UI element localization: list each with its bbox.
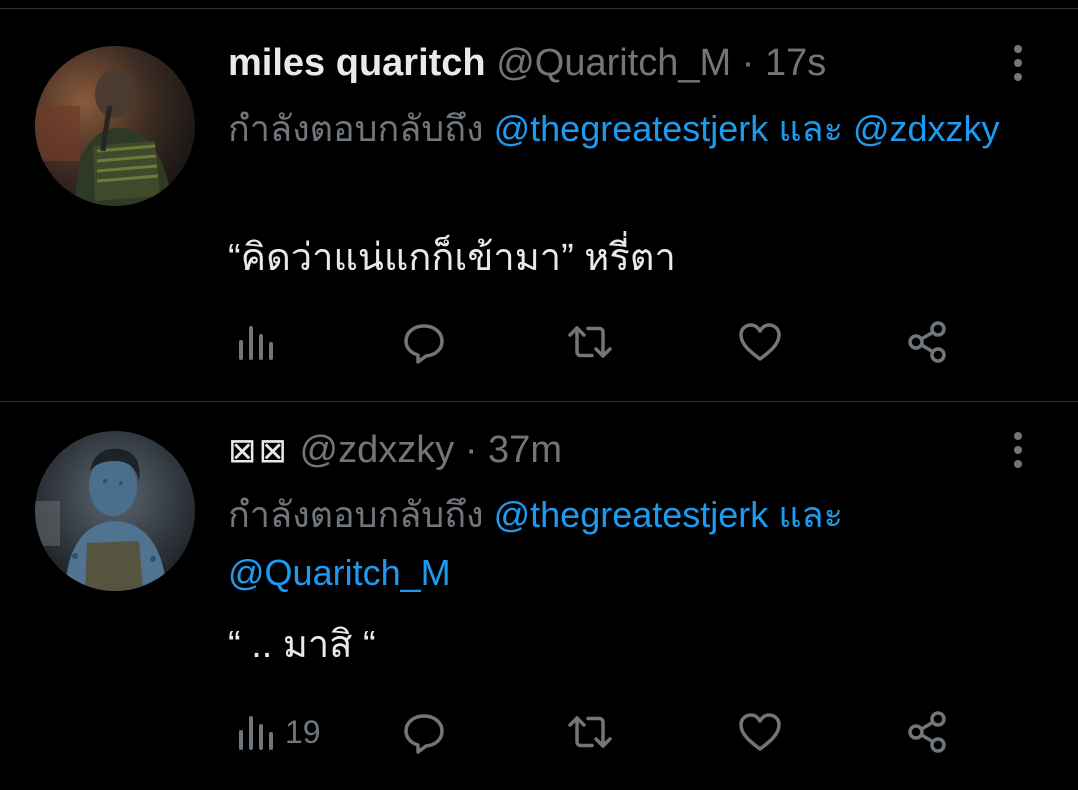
reply-context: กำลังตอบกลับถึง @thegreatestjerk และ @Qu… xyxy=(228,486,1028,602)
share-icon xyxy=(908,321,946,363)
speech-bubble-icon xyxy=(404,324,444,364)
more-vertical-icon[interactable] xyxy=(1006,428,1030,472)
separator-dot: · xyxy=(741,42,755,84)
separator-dot: · xyxy=(464,429,478,471)
tweet-header: ⊠⊠ @zdxzky · 37m xyxy=(228,428,562,473)
tweet[interactable]: ⊠⊠ @zdxzky · 37m กำลังตอบกลับถึง @thegre… xyxy=(0,402,1078,790)
more-vertical-icon[interactable] xyxy=(1006,41,1030,85)
retweet-icon xyxy=(568,326,612,358)
views-button[interactable] xyxy=(233,312,285,372)
tweet-actions xyxy=(228,312,1028,372)
timestamp[interactable]: 17s xyxy=(765,42,826,84)
display-name[interactable]: miles quaritch xyxy=(228,42,486,84)
share-icon xyxy=(908,711,946,753)
reply-button[interactable] xyxy=(400,312,448,372)
mention-link[interactable]: @zdxzky xyxy=(853,108,1000,149)
user-handle[interactable]: @zdxzky xyxy=(300,429,455,471)
retweet-button[interactable] xyxy=(566,702,614,762)
tweet-header: miles quaritch @Quaritch_M · 17s xyxy=(228,41,826,85)
timestamp[interactable]: 37m xyxy=(488,429,562,471)
avatar[interactable] xyxy=(35,46,195,206)
tweet[interactable]: miles quaritch @Quaritch_M · 17s กำลังตอ… xyxy=(0,9,1078,401)
reply-joiner: และ xyxy=(778,108,843,149)
heart-icon xyxy=(739,323,781,361)
heart-icon xyxy=(739,713,781,751)
tweet-actions: 19 xyxy=(228,702,1028,762)
mention-link[interactable]: @Quaritch_M xyxy=(228,552,451,593)
tweet-feed: miles quaritch @Quaritch_M · 17s กำลังตอ… xyxy=(0,0,1078,790)
views-count: 19 xyxy=(285,713,321,750)
mention-link[interactable]: @thegreatestjerk xyxy=(494,108,769,149)
share-button[interactable] xyxy=(904,312,952,372)
bar-chart-icon xyxy=(239,716,273,750)
like-button[interactable] xyxy=(736,702,784,762)
retweet-button[interactable] xyxy=(566,312,614,372)
avatar[interactable] xyxy=(35,431,195,591)
views-button[interactable]: 19 xyxy=(233,702,321,762)
reply-joiner: และ xyxy=(778,494,843,535)
tweet-text: “คิดว่าแน่แกก็เข้ามา” หรี่ตา xyxy=(228,237,676,279)
reply-button[interactable] xyxy=(400,702,448,762)
like-button[interactable] xyxy=(736,312,784,372)
reply-prefix: กำลังตอบกลับถึง xyxy=(228,108,484,149)
bar-chart-icon xyxy=(239,326,273,360)
share-button[interactable] xyxy=(904,702,952,762)
tweet-text: “ .. มาสิ “ xyxy=(228,624,376,666)
display-name[interactable]: ⊠⊠ xyxy=(228,432,289,470)
user-handle[interactable]: @Quaritch_M xyxy=(496,42,731,84)
mention-link[interactable]: @thegreatestjerk xyxy=(494,494,769,535)
speech-bubble-icon xyxy=(404,714,444,754)
reply-prefix: กำลังตอบกลับถึง xyxy=(228,494,484,535)
reply-context: กำลังตอบกลับถึง @thegreatestjerk และ @zd… xyxy=(228,100,1028,158)
retweet-icon xyxy=(568,716,612,748)
